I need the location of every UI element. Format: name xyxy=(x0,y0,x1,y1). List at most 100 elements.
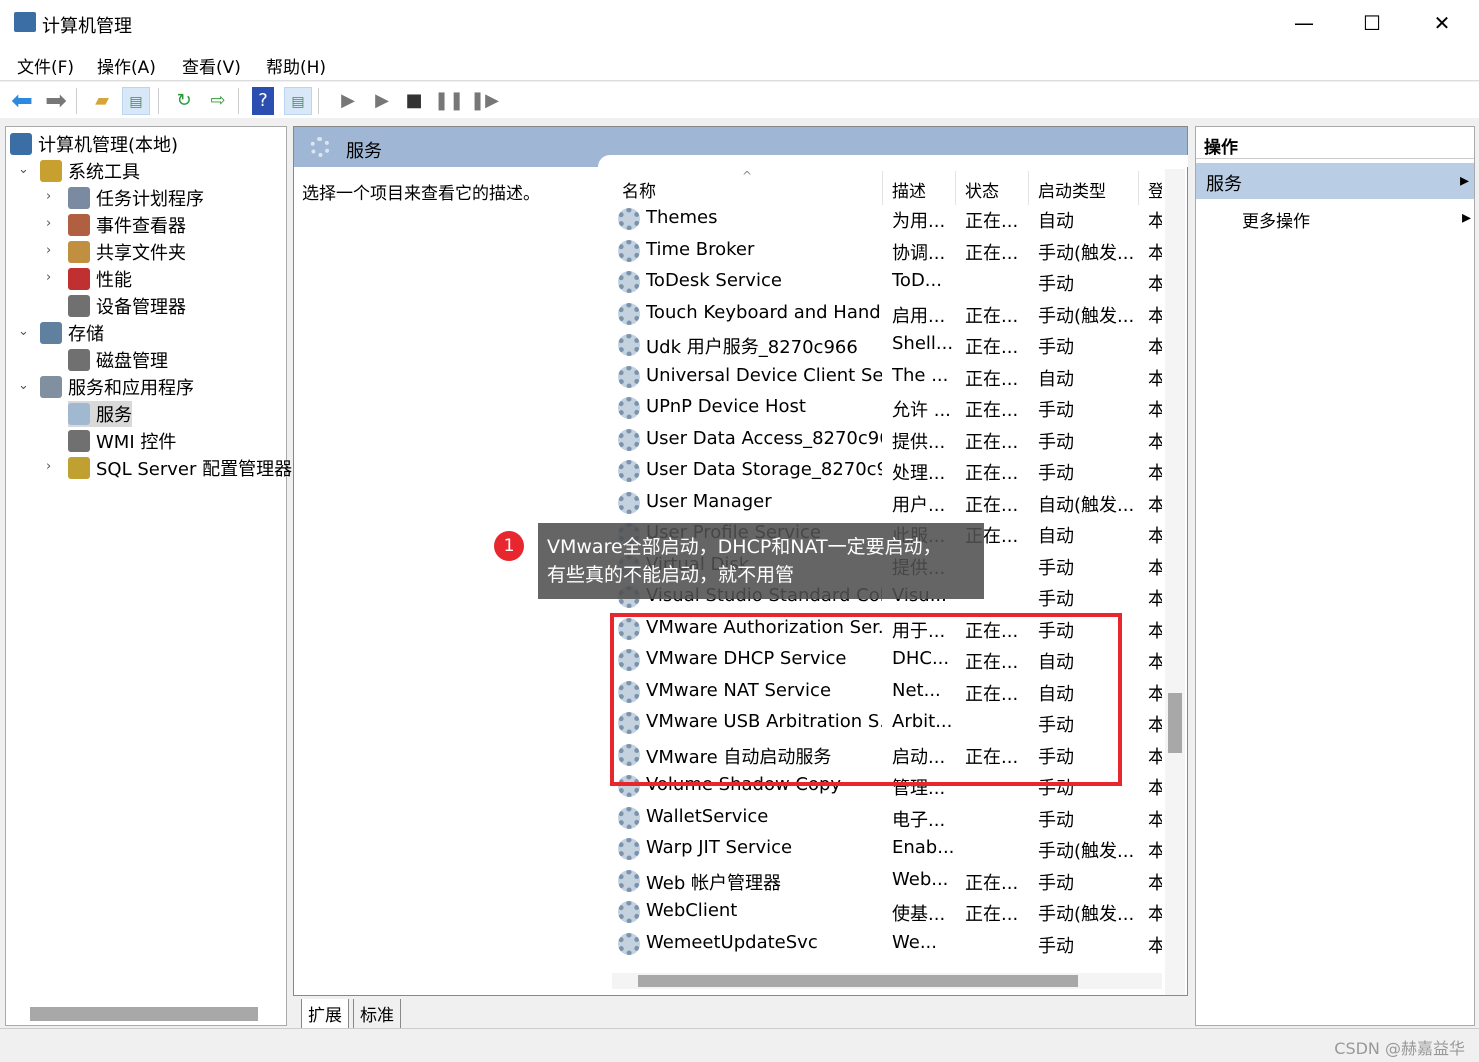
service-row[interactable]: Themes 为用... 正在... 自动 本 xyxy=(612,204,1162,235)
resume-service-icon[interactable]: ❚▶ xyxy=(470,87,499,115)
menu-file[interactable]: 文件(F) xyxy=(17,53,74,78)
actions-section-services[interactable]: 服务 ▸ xyxy=(1196,163,1474,199)
service-name: Time Broker xyxy=(646,238,755,260)
service-row[interactable]: Touch Keyboard and Hand... 启用... 正在... 手动(触… xyxy=(612,299,1162,330)
scroll-thumb[interactable] xyxy=(1168,693,1182,753)
up-folder-icon[interactable]: ▰ xyxy=(88,87,116,115)
service-status: 正在... xyxy=(965,431,1019,453)
tree-item[interactable]: 任务计划程序 xyxy=(68,185,204,211)
horizontal-scrollbar[interactable] xyxy=(612,973,1162,989)
scroll-thumb[interactable] xyxy=(638,975,1078,987)
tree-item-label: 计算机管理(本地) xyxy=(38,135,179,156)
close-button[interactable]: ✕ xyxy=(1422,8,1462,38)
menu-view[interactable]: 查看(V) xyxy=(182,53,241,78)
expand-chevron-icon[interactable]: › xyxy=(46,459,51,474)
pause-service-icon[interactable]: ❚❚ xyxy=(434,87,464,115)
vertical-scrollbar[interactable] xyxy=(1165,169,1185,995)
expand-chevron-icon[interactable]: › xyxy=(46,243,51,258)
expand-chevron-icon[interactable]: › xyxy=(46,189,51,204)
service-row[interactable]: Web 帐户管理器 Web... 正在... 手动 本 xyxy=(612,866,1162,897)
service-row[interactable]: UPnP Device Host 允许 ... 正在... 手动 本 xyxy=(612,393,1162,424)
tree-item[interactable]: 计算机管理(本地) xyxy=(10,131,178,157)
column-header-description[interactable]: 描述 xyxy=(892,177,926,202)
tree-item[interactable]: SQL Server 配置管理器 xyxy=(68,455,292,481)
service-logon: 本 xyxy=(1148,242,1162,264)
view-tabs: 扩展 标准 xyxy=(293,997,493,1029)
tree-item[interactable]: 服务 xyxy=(68,401,132,427)
show-hide-tree-icon[interactable]: ▤ xyxy=(122,87,150,115)
start-service-icon[interactable]: ▶ xyxy=(334,87,362,115)
column-header-startup-type[interactable]: 启动类型 xyxy=(1038,177,1106,202)
header-divider xyxy=(598,155,1188,167)
tree-item[interactable]: 事件查看器 xyxy=(68,212,186,238)
service-gear-icon xyxy=(618,365,640,388)
menu-bar: 文件(F) 操作(A) 查看(V) 帮助(H) xyxy=(0,45,1479,81)
expand-chevron-icon[interactable]: ⌄ xyxy=(18,162,29,177)
service-description: 提供... xyxy=(892,431,946,453)
tree-item[interactable]: 性能 xyxy=(68,266,132,292)
tab-standard[interactable]: 标准 xyxy=(353,999,401,1029)
expand-chevron-icon[interactable]: › xyxy=(46,216,51,231)
service-row[interactable]: User Data Access_8270c966 提供... 正在... 手动 本 xyxy=(612,425,1162,456)
minimize-button[interactable]: — xyxy=(1284,8,1324,38)
service-logon: 本 xyxy=(1148,589,1162,610)
menu-action[interactable]: 操作(A) xyxy=(97,53,156,78)
service-row[interactable]: WemeetUpdateSvc We... 手动 本 xyxy=(612,929,1162,960)
service-startup-type: 手动 xyxy=(1038,809,1074,831)
service-description: 用户... xyxy=(892,494,946,516)
tree-item[interactable]: 服务和应用程序 xyxy=(40,374,194,400)
tree-item[interactable]: 设备管理器 xyxy=(68,293,186,319)
annotation-line-2: 有些真的不能启动，就不用管 xyxy=(547,564,795,586)
show-hide-action-pane-icon[interactable]: ▤ xyxy=(284,87,312,115)
tab-extended[interactable]: 扩展 xyxy=(301,999,349,1029)
tree-item[interactable]: 磁盘管理 xyxy=(68,347,168,373)
tree-item[interactable]: 共享文件夹 xyxy=(68,239,186,265)
tree-node-icon xyxy=(40,322,62,344)
service-row[interactable]: User Manager 用户... 正在... 自动(触发... 本 xyxy=(612,488,1162,519)
expand-chevron-icon[interactable]: ⌄ xyxy=(18,324,29,339)
service-row[interactable]: ToDesk Service ToD... 手动 本 xyxy=(612,267,1162,298)
tree-item-label: 服务 xyxy=(96,405,132,426)
service-logon: 本 xyxy=(1148,746,1162,768)
service-row[interactable]: Warp JIT Service Enab... 手动(触发... 本 xyxy=(612,834,1162,865)
toolbar-separator xyxy=(318,88,319,114)
tree-item[interactable]: WMI 控件 xyxy=(68,428,176,454)
service-row[interactable]: WalletService 电子... 手动 本 xyxy=(612,803,1162,834)
start-service-alt-icon[interactable]: ▶ xyxy=(368,87,396,115)
expand-chevron-icon[interactable]: › xyxy=(46,270,51,285)
service-row[interactable]: Universal Device Client Ser... The ... 正在.… xyxy=(612,362,1162,393)
help-icon[interactable]: ? xyxy=(252,87,274,115)
service-logon: 本 xyxy=(1148,935,1162,957)
column-header-logon[interactable]: 登 xyxy=(1148,177,1162,202)
refresh-icon[interactable]: ↻ xyxy=(170,87,198,115)
column-header-name[interactable]: 名称 xyxy=(622,177,656,202)
back-icon[interactable]: ⬅ xyxy=(8,87,36,115)
more-actions[interactable]: 更多操作 ▸ xyxy=(1196,203,1474,235)
service-status: 正在... xyxy=(965,242,1019,264)
horizontal-scrollbar[interactable] xyxy=(30,1007,258,1021)
service-row[interactable]: Time Broker 协调... 正在... 手动(触发... 本 xyxy=(612,236,1162,267)
tree-node-icon xyxy=(10,133,32,155)
maximize-button[interactable]: ☐ xyxy=(1352,8,1392,38)
column-header-status[interactable]: 状态 xyxy=(965,177,999,202)
service-logon: 本 xyxy=(1148,274,1162,295)
tree-item-label: 性能 xyxy=(96,270,132,291)
tree-node-icon xyxy=(68,430,90,452)
service-startup-type: 手动(触发... xyxy=(1038,904,1135,925)
tree-item-label: 共享文件夹 xyxy=(96,243,186,264)
expand-chevron-icon[interactable]: ⌄ xyxy=(18,378,29,393)
service-row[interactable]: WebClient 使基... 正在... 手动(触发... 本 xyxy=(612,897,1162,928)
service-row[interactable]: User Data Storage_8270c9... 处理... 正在... 手动 本 xyxy=(612,456,1162,487)
service-row[interactable]: Udk 用户服务_8270c966 Shell... 正在... 手动 本 xyxy=(612,330,1162,361)
menu-help[interactable]: 帮助(H) xyxy=(266,53,326,78)
tree-node-icon xyxy=(40,160,62,182)
service-description: 电子... xyxy=(892,809,946,831)
tree-item[interactable]: 存储 xyxy=(40,320,104,346)
service-gear-icon xyxy=(618,397,640,419)
tree-item[interactable]: 系统工具 xyxy=(40,158,140,184)
annotation-tooltip: VMware全部启动，DHCP和NAT一定要启动， 有些真的不能启动，就不用管 xyxy=(538,523,984,599)
forward-icon[interactable]: ➡ xyxy=(42,87,70,115)
stop-service-icon[interactable]: ■ xyxy=(400,87,428,115)
column-separator xyxy=(955,171,956,205)
export-list-icon[interactable]: ⇨ xyxy=(204,87,232,115)
